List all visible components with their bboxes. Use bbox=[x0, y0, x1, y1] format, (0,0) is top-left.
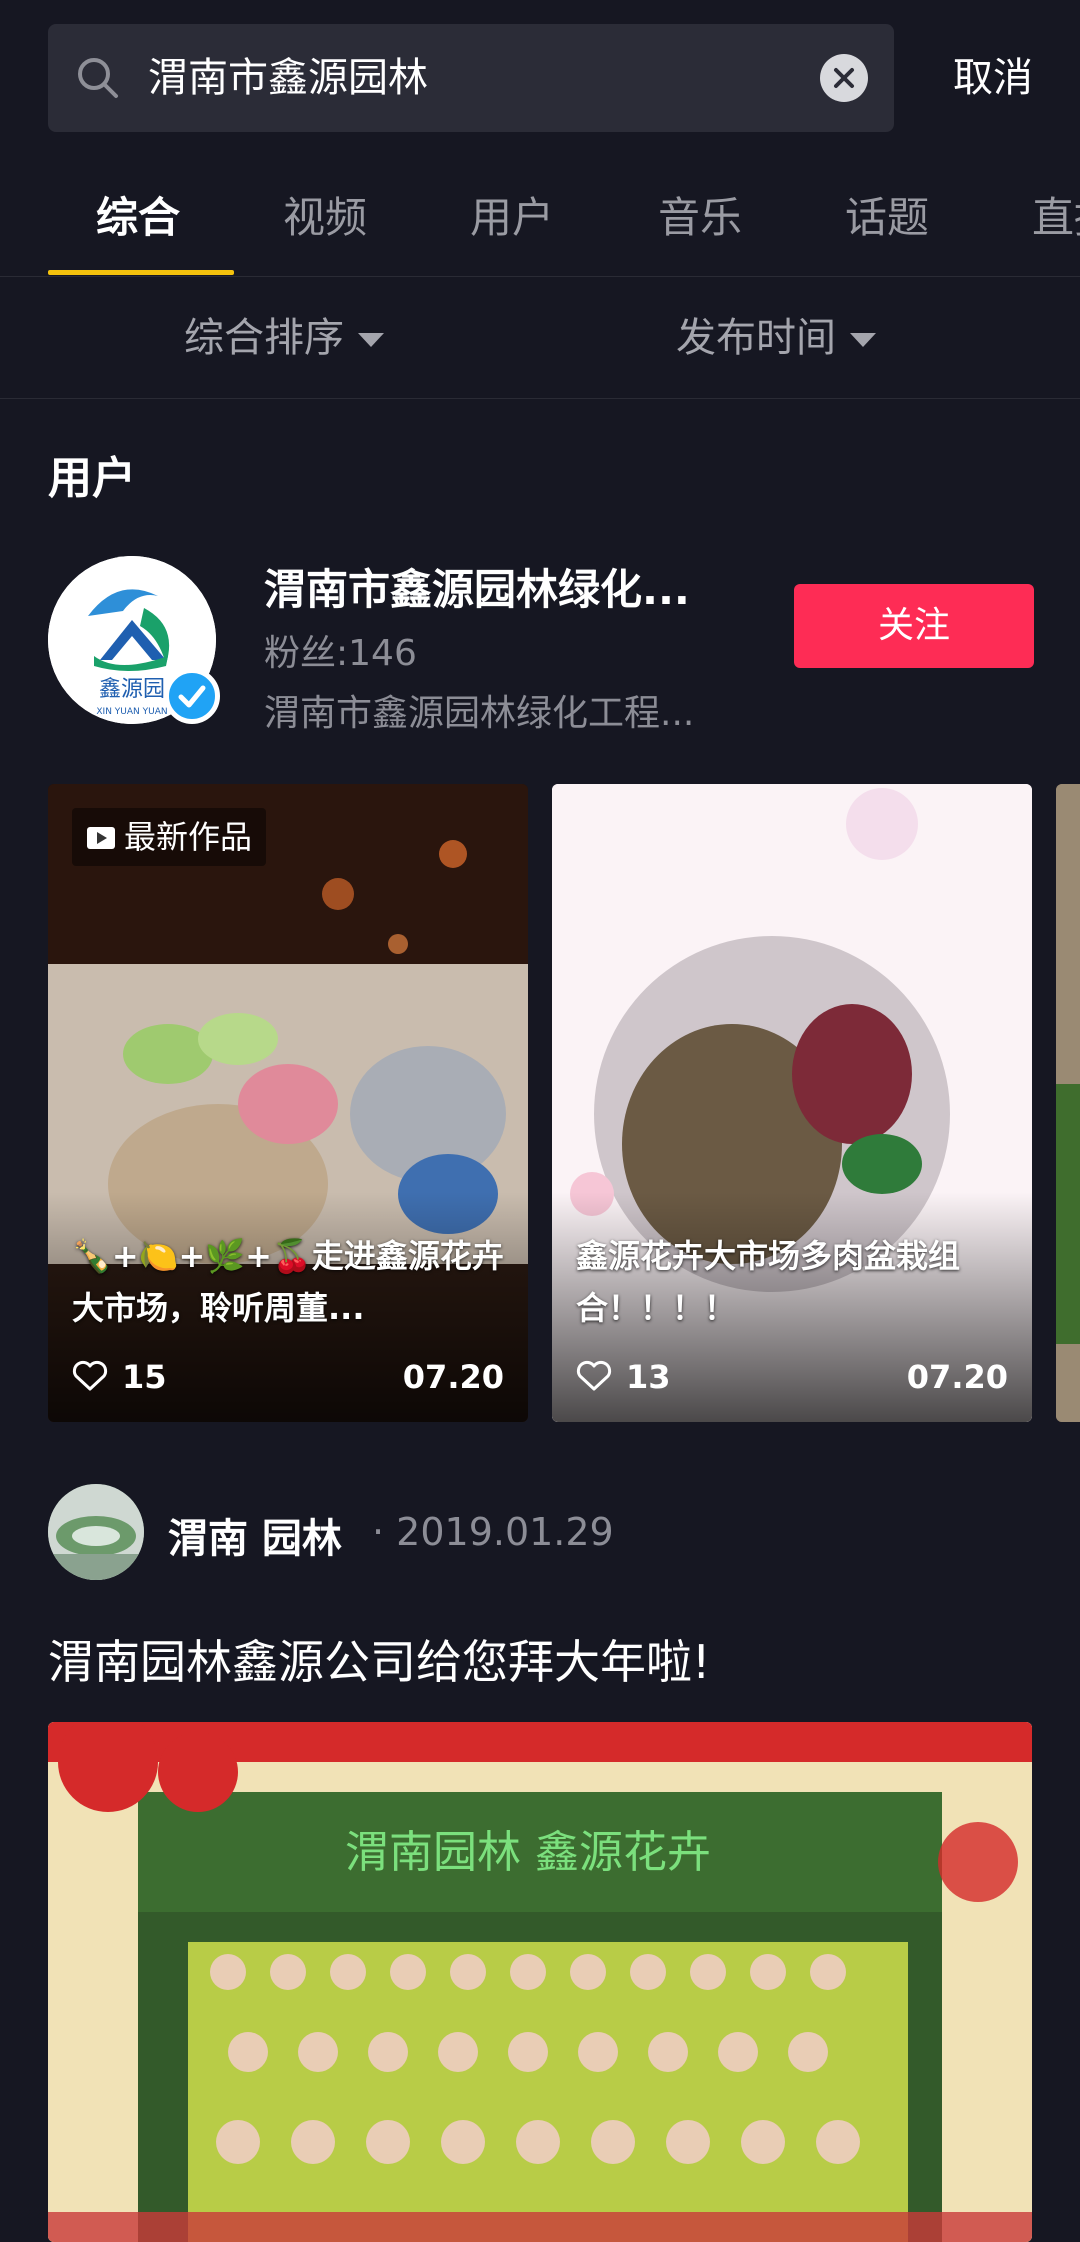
post-author-avatar[interactable] bbox=[48, 1484, 144, 1580]
video-likes: 15 bbox=[72, 1358, 167, 1396]
post-image[interactable]: 渭南园林 鑫源花卉 bbox=[48, 1722, 1032, 2242]
latest-work-label: 最新作品 bbox=[124, 818, 253, 856]
post-date: · 2019.01.29 bbox=[372, 1510, 614, 1554]
filter-bar: 综合排序 发布时间 bbox=[0, 278, 1080, 399]
video-date: 07.20 bbox=[402, 1358, 504, 1396]
image-caption: 渭南园林 鑫源花卉 bbox=[345, 1827, 711, 1878]
video-card[interactable]: 最新作品 🍾+🍋+🌿+🍒走进鑫源花卉大市场，聆听周董... 15 07.20 bbox=[48, 784, 528, 1422]
follow-button[interactable]: 关注 bbox=[794, 584, 1034, 668]
user-name[interactable]: 渭南市鑫源园林绿化... bbox=[264, 556, 690, 617]
likes-count: 13 bbox=[626, 1358, 671, 1396]
sort-dropdown[interactable]: 综合排序 bbox=[184, 278, 384, 398]
active-tab-indicator bbox=[48, 270, 234, 275]
post-text[interactable]: 渭南园林鑫源公司给您拜大年啦! bbox=[48, 1626, 710, 1692]
video-card-partial[interactable] bbox=[1056, 784, 1080, 1422]
user-description: 渭南市鑫源园林绿化工程... bbox=[264, 693, 695, 734]
tab-music[interactable]: 音乐 bbox=[658, 160, 742, 276]
user-fans-count: 粉丝:146 bbox=[264, 633, 417, 674]
tab-live[interactable]: 直播 bbox=[1032, 160, 1080, 276]
verified-icon bbox=[164, 668, 220, 724]
post-author-name[interactable]: 渭南 园林 bbox=[168, 1506, 342, 1564]
latest-work-badge: 最新作品 bbox=[72, 808, 267, 866]
play-icon bbox=[87, 827, 115, 849]
post-image-content: 渭南园林 鑫源花卉 bbox=[48, 1722, 1032, 2242]
sort-label: 综合排序 bbox=[184, 315, 344, 361]
likes-count: 15 bbox=[122, 1358, 167, 1396]
search-bar[interactable]: 渭南市鑫源园林 bbox=[48, 24, 894, 132]
caret-down-icon bbox=[850, 333, 876, 347]
video-title: 鑫源花卉大市场多肉盆栽组合！！！！ bbox=[576, 1237, 961, 1327]
tab-topics[interactable]: 话题 bbox=[845, 160, 929, 276]
caret-down-icon bbox=[358, 333, 384, 347]
cancel-button[interactable]: 取消 bbox=[918, 24, 1068, 132]
tab-all[interactable]: 综合 bbox=[96, 160, 180, 276]
search-icon bbox=[78, 58, 118, 98]
avatar-image bbox=[48, 1484, 144, 1580]
video-title: 🍾+🍋+🌿+🍒走进鑫源花卉大市场，聆听周董... bbox=[72, 1237, 504, 1327]
tab-videos[interactable]: 视频 bbox=[283, 160, 367, 276]
clear-icon[interactable] bbox=[820, 54, 868, 102]
publish-time-label: 发布时间 bbox=[676, 315, 836, 361]
video-thumbnail bbox=[1056, 784, 1080, 1422]
tab-users[interactable]: 用户 bbox=[470, 160, 554, 276]
tab-bar: 综合 视频 用户 音乐 话题 直播 bbox=[0, 160, 1080, 277]
heart-icon bbox=[72, 1360, 108, 1391]
logo-text: 鑫源园 bbox=[99, 677, 165, 702]
section-title-users: 用户 bbox=[48, 453, 136, 504]
search-input[interactable]: 渭南市鑫源园林 bbox=[148, 24, 428, 132]
heart-icon bbox=[576, 1360, 612, 1391]
video-date: 07.20 bbox=[906, 1358, 1008, 1396]
logo-subtext: XIN YUAN YUAN bbox=[96, 707, 167, 717]
publish-time-dropdown[interactable]: 发布时间 bbox=[676, 278, 876, 398]
video-card[interactable]: 鑫源花卉大市场多肉盆栽组合！！！！ 13 07.20 bbox=[552, 784, 1032, 1422]
video-likes: 13 bbox=[576, 1358, 671, 1396]
